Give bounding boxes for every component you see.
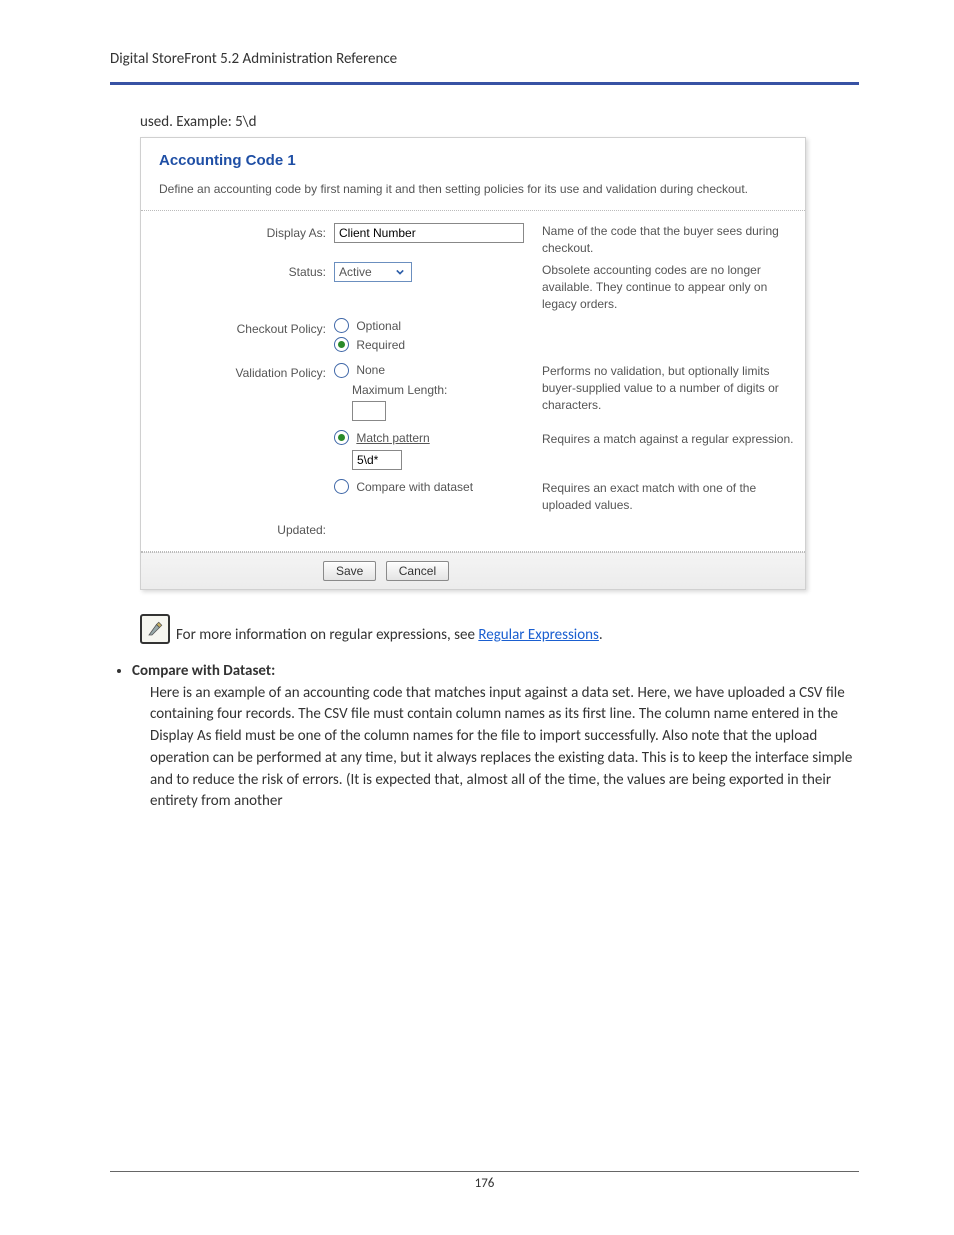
radio-checkout-required[interactable] [334,337,349,352]
note-prefix: For more information on regular expressi… [176,626,478,644]
page-number: 176 [110,1176,859,1191]
help-display-as: Name of the code that the buyer sees dur… [534,223,795,257]
note-icon [140,614,170,644]
radio-validation-match-pattern[interactable] [334,430,349,445]
radio-checkout-optional[interactable] [334,318,349,333]
panel-description: Define an accounting code by first namin… [141,175,805,210]
radio-label-match-pattern: Match pattern [356,431,429,445]
radio-validation-compare-dataset[interactable] [334,479,349,494]
panel-title: Accounting Code 1 [141,138,805,175]
cancel-button[interactable]: Cancel [386,561,449,581]
header-rule [110,82,859,85]
footer-rule [110,1171,859,1172]
help-status: Obsolete accounting codes are no longer … [534,262,795,312]
radio-label-optional: Optional [356,319,401,333]
save-button[interactable]: Save [323,561,376,581]
radio-validation-none[interactable] [334,363,349,378]
max-length-label: Maximum Length: [352,383,447,397]
label-status: Status: [151,262,334,279]
radio-label-none: None [356,363,385,377]
status-select[interactable]: Active [334,262,412,282]
bullet-body: Here is an example of an accounting code… [150,683,859,814]
help-validation-match: Requires a match against a regular expre… [534,431,795,448]
status-select-value: Active [339,265,372,279]
regular-expressions-link[interactable]: Regular Expressions [478,626,599,644]
label-checkout-policy: Checkout Policy: [151,319,334,336]
label-display-as: Display As: [151,223,334,240]
chevron-down-icon [393,265,407,279]
radio-label-compare-dataset: Compare with dataset [356,480,473,494]
label-updated: Updated: [151,520,334,537]
intro-text: used. Example: 5\d [140,113,859,131]
page-header-title: Digital StoreFront 5.2 Administration Re… [110,50,859,68]
match-pattern-input[interactable] [352,450,402,470]
max-length-input[interactable] [352,401,386,421]
radio-label-required: Required [356,338,405,352]
accounting-code-panel: Accounting Code 1 Define an accounting c… [140,137,806,590]
label-validation-policy: Validation Policy: [151,363,334,380]
note-suffix: . [599,626,603,644]
bullet-heading: Compare with Dataset: [132,662,275,680]
help-validation-none: Performs no validation, but optionally l… [534,363,795,413]
help-validation-compare: Requires an exact match with one of the … [534,480,795,514]
display-as-input[interactable] [334,223,524,243]
